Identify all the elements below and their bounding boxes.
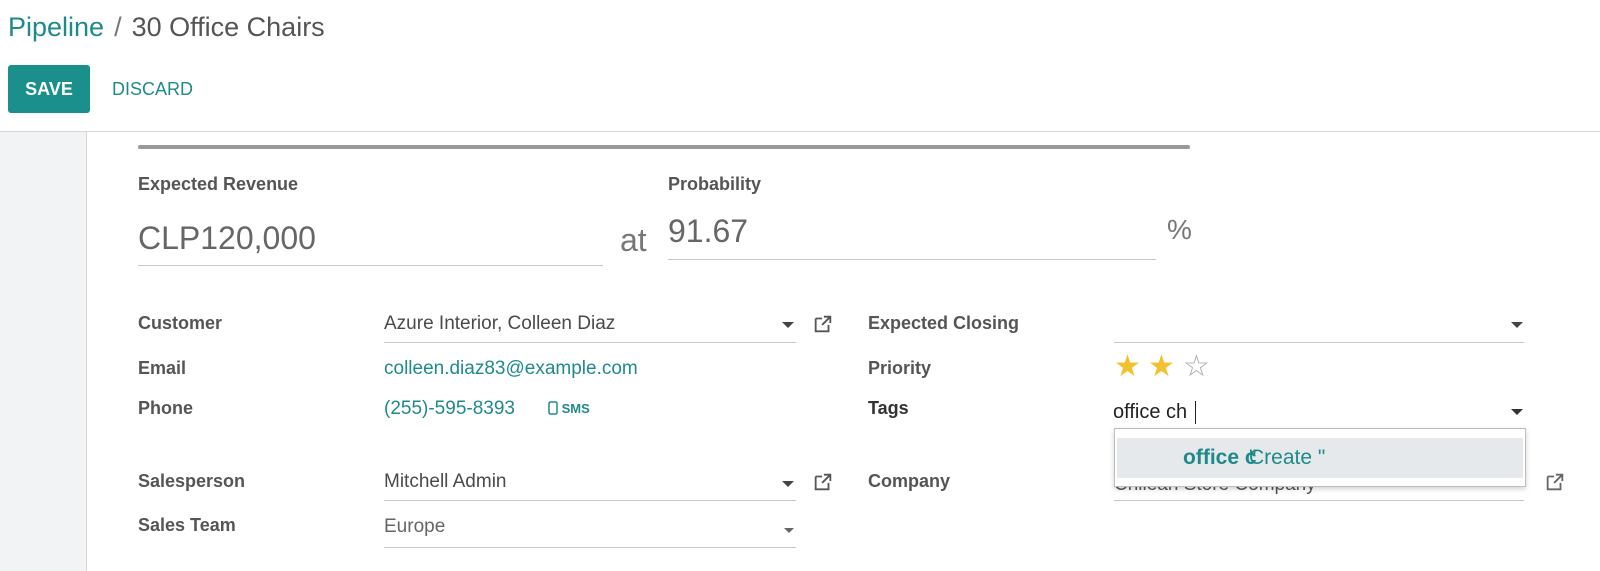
breadcrumb: Pipeline / 30 Office Chairs <box>8 12 325 43</box>
sms-button[interactable]: SMS <box>548 401 590 416</box>
expected-closing-label: Expected Closing <box>868 313 1020 333</box>
star-icon[interactable]: ☆ <box>1183 352 1210 382</box>
expected-revenue-label: Expected Revenue <box>138 174 299 194</box>
star-icon[interactable]: ★ <box>1114 352 1141 382</box>
tags-input[interactable] <box>1113 398 1505 426</box>
control-panel: Pipeline / 30 Office Chairs SAVE DISCARD <box>0 0 1600 132</box>
salesperson-underline <box>384 500 796 501</box>
external-link-icon[interactable] <box>812 471 834 493</box>
expected-revenue-field[interactable]: CLP120,000 <box>138 220 316 257</box>
company-label: Company <box>868 471 951 491</box>
phone-link[interactable]: (255)-595-8393 <box>384 398 515 420</box>
sms-label: SMS <box>561 401 590 416</box>
company-underline <box>1114 500 1524 501</box>
sales-team-field[interactable]: Europe <box>384 516 445 538</box>
customer-underline <box>384 342 796 343</box>
email-link[interactable]: colleen.diaz83@example.com <box>384 358 638 380</box>
tags-label: Tags <box>868 398 909 418</box>
breadcrumb-pipeline-link[interactable]: Pipeline <box>8 12 104 42</box>
create-tag-option[interactable]: Create " office c " <box>1117 438 1523 478</box>
form-separator <box>138 145 1190 149</box>
probability-underline <box>668 259 1156 260</box>
tags-autocomplete-dropdown: Create " office c " <box>1114 428 1526 487</box>
create-suffix: " <box>1249 446 1257 469</box>
priority-label: Priority <box>868 358 932 378</box>
expected-closing-underline <box>1114 342 1524 343</box>
customer-field[interactable]: Azure Interior, Colleen Diaz <box>384 313 615 335</box>
sales-team-underline <box>384 547 796 548</box>
caret-down-icon[interactable] <box>782 322 794 328</box>
create-prefix: Create " <box>1249 446 1326 469</box>
caret-down-icon[interactable] <box>1511 409 1523 415</box>
customer-label: Customer <box>138 313 223 333</box>
caret-down-icon[interactable] <box>1511 322 1523 328</box>
discard-button[interactable]: DISCARD <box>106 65 199 113</box>
probability-unit: % <box>1167 214 1192 245</box>
probability-field[interactable]: 91.67 <box>668 213 748 250</box>
external-link-icon[interactable] <box>812 313 834 335</box>
caret-down-icon[interactable] <box>782 481 794 487</box>
external-link-icon[interactable] <box>1544 471 1566 493</box>
phone-label: Phone <box>138 398 194 418</box>
probability-label: Probability <box>668 174 762 194</box>
text-cursor <box>1195 401 1196 424</box>
breadcrumb-current: 30 Office Chairs <box>131 12 325 42</box>
create-term: office c <box>1183 446 1257 469</box>
save-button[interactable]: SAVE <box>8 65 90 113</box>
mobile-phone-icon <box>548 401 558 415</box>
email-label: Email <box>138 358 187 378</box>
expected-revenue-underline <box>138 265 603 266</box>
star-icon[interactable]: ★ <box>1148 352 1175 382</box>
caret-down-icon[interactable] <box>784 528 794 533</box>
breadcrumb-separator: / <box>114 12 122 42</box>
salesperson-field[interactable]: Mitchell Admin <box>384 471 507 493</box>
form-sheet <box>86 132 1600 571</box>
at-label: at <box>620 222 647 258</box>
sales-team-label: Sales Team <box>138 515 236 535</box>
salesperson-label: Salesperson <box>138 471 246 491</box>
